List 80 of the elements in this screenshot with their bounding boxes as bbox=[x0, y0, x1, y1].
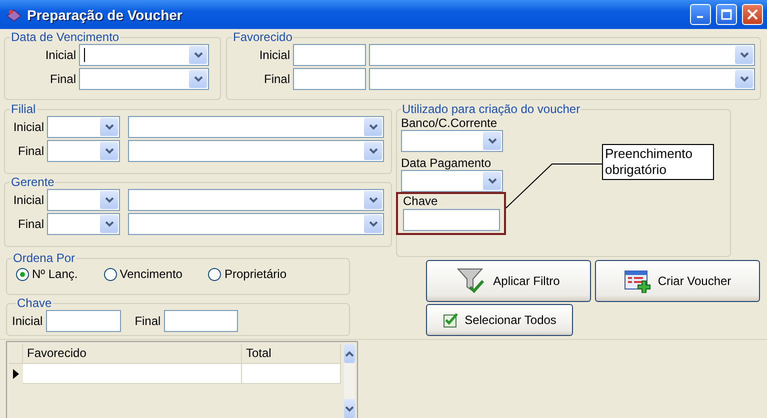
dropdown-field[interactable] bbox=[128, 189, 384, 211]
dropdown-field[interactable] bbox=[369, 44, 755, 66]
row-pointer-icon bbox=[13, 369, 19, 379]
chevron-down-icon bbox=[194, 52, 202, 58]
radio-button[interactable] bbox=[104, 268, 117, 280]
scroll-up-icon[interactable] bbox=[345, 350, 354, 356]
chevron-down-icon bbox=[194, 76, 202, 82]
minimize-button[interactable] bbox=[690, 4, 711, 25]
window-plus-icon bbox=[624, 269, 652, 293]
radio-label: Proprietário bbox=[224, 267, 286, 281]
input-field[interactable] bbox=[293, 68, 366, 90]
field-label: Inicial bbox=[44, 48, 76, 62]
chevron-down-icon bbox=[488, 138, 496, 144]
chevron-down-icon bbox=[368, 124, 378, 130]
action-button[interactable]: Aplicar Filtro bbox=[426, 260, 591, 302]
input-field[interactable] bbox=[164, 310, 238, 332]
field-label: Chave bbox=[403, 194, 439, 208]
field-label: Final bbox=[16, 144, 44, 158]
radio-option[interactable]: Vencimento bbox=[104, 267, 182, 281]
dropdown-field[interactable] bbox=[47, 213, 120, 235]
dropdown-field[interactable] bbox=[401, 170, 503, 192]
corner-header bbox=[9, 344, 23, 364]
field-label: Final bbox=[48, 72, 76, 86]
chevron-down-icon bbox=[368, 221, 378, 227]
group-title: Gerente bbox=[10, 175, 56, 189]
group-title: Ordena Por bbox=[12, 251, 76, 265]
dropdown-field[interactable] bbox=[47, 140, 120, 162]
field-label: Final bbox=[262, 72, 290, 86]
group-title: Chave bbox=[16, 296, 53, 310]
dropdown-field[interactable] bbox=[401, 130, 503, 152]
dropdown-field[interactable] bbox=[369, 68, 755, 90]
chevron-down-icon bbox=[345, 406, 354, 412]
chevron-down-icon bbox=[488, 178, 496, 184]
checkbox-icon bbox=[442, 312, 459, 328]
field-label: Inicial bbox=[258, 48, 290, 62]
group-title: Data de Vencimento bbox=[10, 30, 120, 44]
close-button[interactable] bbox=[742, 4, 763, 25]
field-label: Banco/C.Corrente bbox=[401, 116, 498, 130]
input-field[interactable] bbox=[293, 44, 366, 66]
chevron-down-icon bbox=[368, 148, 378, 154]
radio-button[interactable] bbox=[208, 268, 222, 280]
chevron-down-icon bbox=[104, 148, 114, 154]
dropdown-field[interactable] bbox=[128, 140, 384, 162]
chevron-down-icon bbox=[368, 197, 378, 203]
dropdown-field[interactable] bbox=[47, 189, 120, 211]
input-field[interactable] bbox=[46, 310, 121, 332]
radio-option[interactable]: Nº Lanç. bbox=[16, 267, 78, 281]
chevron-down-icon bbox=[104, 221, 114, 227]
group-title: Filial bbox=[10, 102, 37, 116]
chevron-down-icon bbox=[104, 197, 114, 203]
chevron-down-icon bbox=[104, 124, 114, 130]
field-label: Inicial bbox=[12, 314, 43, 328]
radio-button[interactable] bbox=[16, 268, 29, 280]
field-label: Final bbox=[134, 314, 161, 328]
field-label: Inicial bbox=[12, 193, 44, 207]
group-title: Favorecido bbox=[232, 30, 294, 44]
dropdown-field[interactable] bbox=[128, 213, 384, 235]
field-label: Inicial bbox=[12, 120, 44, 134]
vertical-scrollbar[interactable] bbox=[344, 344, 355, 418]
field-label: Data Pagamento bbox=[401, 156, 492, 170]
action-button[interactable]: Criar Voucher bbox=[595, 260, 760, 302]
input-field[interactable] bbox=[403, 209, 500, 231]
maximize-button[interactable] bbox=[716, 4, 737, 25]
dropdown-field[interactable] bbox=[128, 116, 384, 138]
field-label: Final bbox=[16, 217, 44, 231]
window-title: Preparação de Voucher bbox=[27, 6, 184, 22]
maximize-icon bbox=[721, 9, 732, 20]
dropdown-field[interactable] bbox=[79, 68, 209, 90]
dropdown-field[interactable] bbox=[47, 116, 120, 138]
close-icon bbox=[747, 9, 758, 20]
dropdown-field[interactable] bbox=[79, 44, 209, 66]
callout-note: Preenchimento obrigatório bbox=[602, 144, 714, 180]
app-icon bbox=[6, 8, 22, 22]
chevron-down-icon bbox=[740, 76, 748, 82]
action-button[interactable]: Selecionar Todos bbox=[426, 304, 573, 336]
radio-option[interactable]: Proprietário bbox=[208, 267, 286, 281]
group-title: Utilizado para criação do voucher bbox=[401, 102, 582, 116]
radio-label: Nº Lanç. bbox=[32, 267, 78, 281]
chevron-down-icon bbox=[740, 52, 748, 58]
radio-label: Vencimento bbox=[120, 267, 182, 281]
